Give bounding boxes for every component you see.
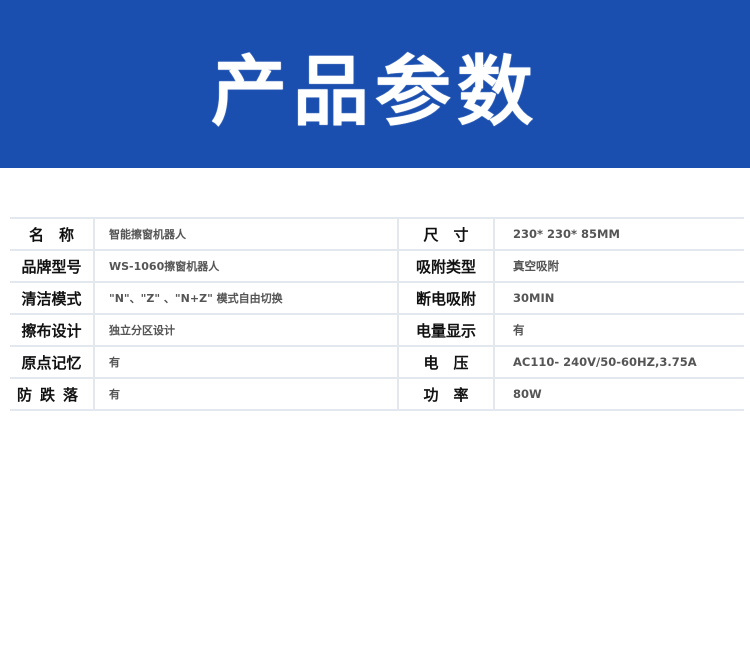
spec-value: 有 (94, 345, 399, 379)
spec-value: AC110- 240V/50-60HZ,3.75A (494, 345, 744, 379)
spec-label: 品牌型号 (10, 249, 95, 283)
spec-value: 有 (494, 313, 744, 347)
spec-value: 智能擦窗机器人 (94, 217, 399, 251)
spec-label: 功 率 (398, 377, 495, 411)
spec-label: 尺 寸 (398, 217, 495, 251)
spec-label: 防跌落 (10, 377, 95, 411)
spec-value: 80W (494, 377, 744, 411)
page-title: 产品参数 (211, 47, 539, 136)
spec-label: 断电吸附 (398, 281, 495, 315)
table-row: 原点记忆 有 电 压 AC110- 240V/50-60HZ,3.75A (10, 345, 744, 379)
table-row: 品牌型号 WS-1060擦窗机器人 吸附类型 真空吸附 (10, 249, 744, 283)
spec-value: 独立分区设计 (94, 313, 399, 347)
table-row: 擦布设计 独立分区设计 电量显示 有 (10, 313, 744, 347)
spec-label: 清洁模式 (10, 281, 95, 315)
spec-value: "N"、"Z" 、"N+Z" 模式自由切换 (94, 281, 399, 315)
spec-table: 名 称 智能擦窗机器人 尺 寸 230* 230* 85MM 品牌型号 WS-1… (10, 217, 744, 411)
spec-label: 原点记忆 (10, 345, 95, 379)
spec-label: 名 称 (10, 217, 95, 251)
spec-label: 擦布设计 (10, 313, 95, 347)
table-row: 防跌落 有 功 率 80W (10, 377, 744, 411)
spec-value: 30MIN (494, 281, 744, 315)
table-row: 名 称 智能擦窗机器人 尺 寸 230* 230* 85MM (10, 217, 744, 251)
spec-label: 电 压 (398, 345, 495, 379)
spec-label: 吸附类型 (398, 249, 495, 283)
title-banner: 产品参数 (0, 0, 750, 168)
spec-value: 有 (94, 377, 399, 411)
spec-value: WS-1060擦窗机器人 (94, 249, 399, 283)
table-row: 清洁模式 "N"、"Z" 、"N+Z" 模式自由切换 断电吸附 30MIN (10, 281, 744, 315)
spec-value: 真空吸附 (494, 249, 744, 283)
spec-value: 230* 230* 85MM (494, 217, 744, 251)
spec-label: 电量显示 (398, 313, 495, 347)
